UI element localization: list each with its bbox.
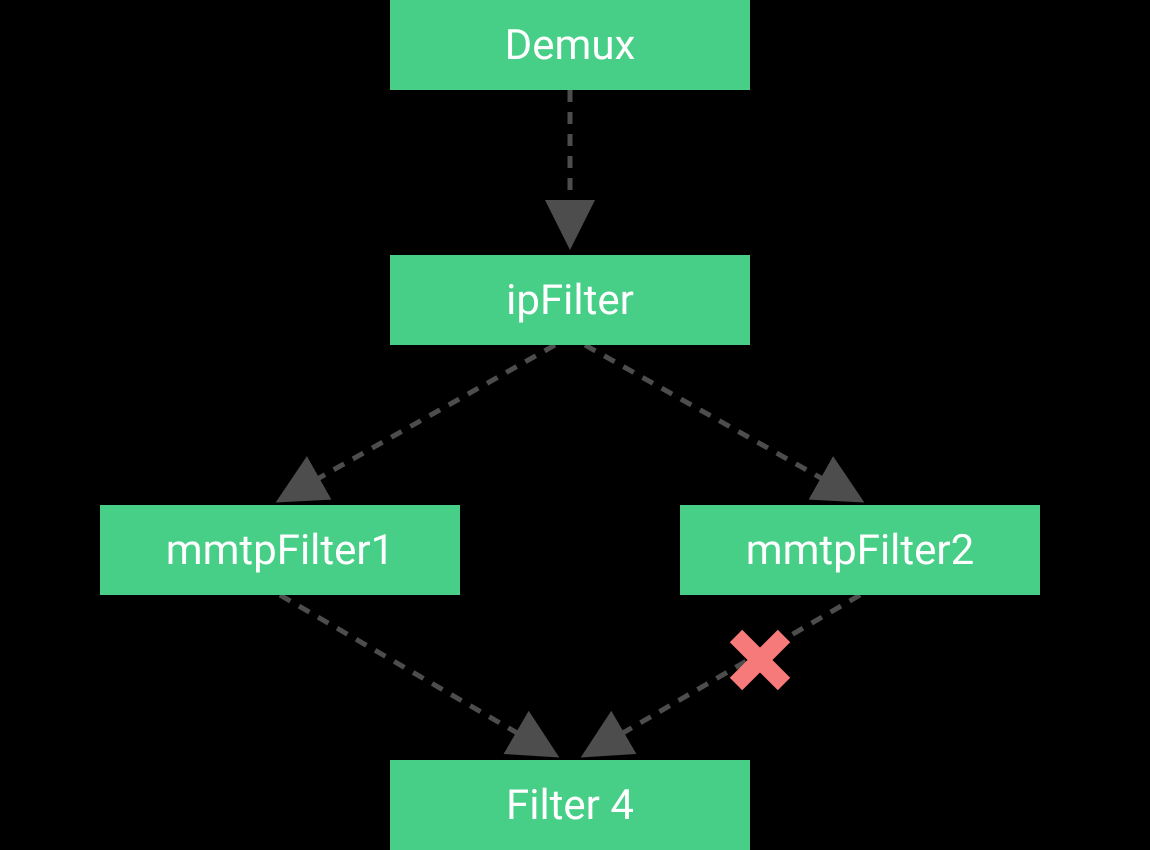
- node-mmtpfilter1: mmtpFilter1: [100, 505, 460, 595]
- node-filter4: Filter 4: [390, 760, 750, 850]
- node-demux-label: Demux: [505, 21, 636, 70]
- node-demux: Demux: [390, 0, 750, 90]
- node-ipfilter-label: ipFilter: [506, 276, 634, 325]
- diagram-edges: [0, 0, 1150, 850]
- edge-ipfilter-mmtp2: [585, 345, 860, 500]
- node-ipfilter: ipFilter: [390, 255, 750, 345]
- node-filter4-label: Filter 4: [506, 781, 634, 830]
- node-mmtpfilter2-label: mmtpFilter2: [746, 526, 974, 575]
- filter-diagram: Demux ipFilter mmtpFilter1 mmtpFilter2 F…: [0, 0, 1150, 850]
- edge-ipfilter-mmtp1: [280, 345, 555, 500]
- edge-mmtp1-filter4: [280, 595, 555, 755]
- node-mmtpfilter1-label: mmtpFilter1: [166, 526, 394, 575]
- blocked-cross-icon: [720, 620, 800, 700]
- node-mmtpfilter2: mmtpFilter2: [680, 505, 1040, 595]
